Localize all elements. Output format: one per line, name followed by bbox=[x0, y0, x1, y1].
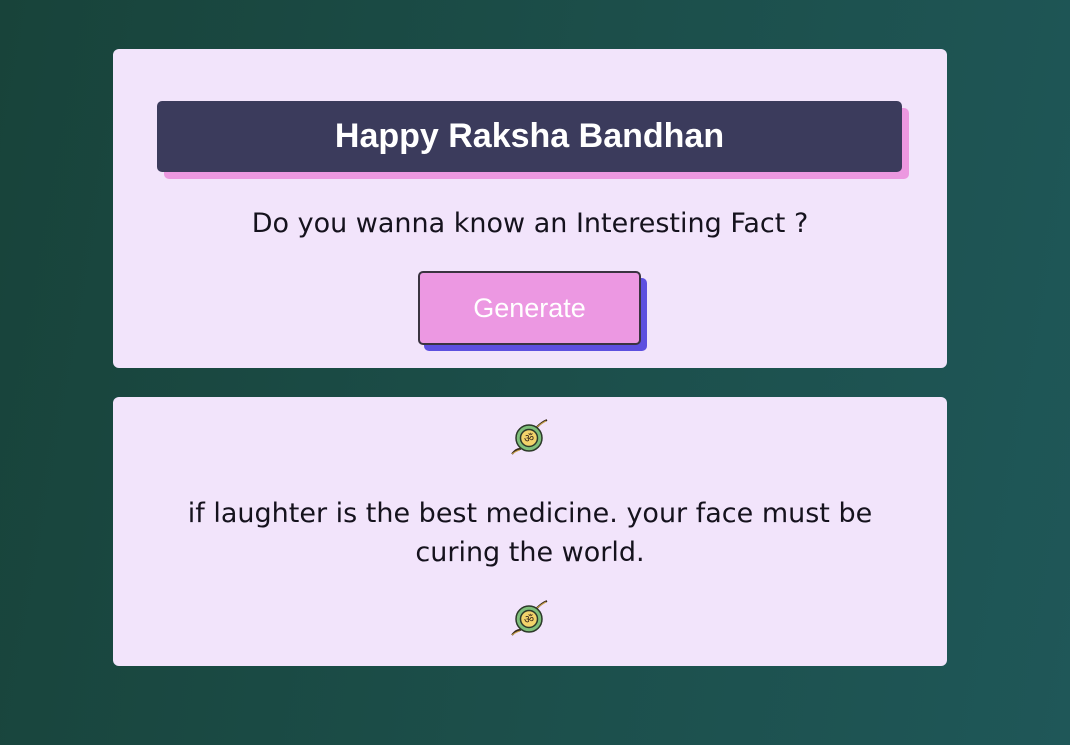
svg-text:ॐ: ॐ bbox=[524, 432, 534, 445]
rakhi-icon: ॐ bbox=[511, 419, 548, 455]
intro-card: Happy Raksha Bandhan Do you wanna know a… bbox=[113, 49, 947, 368]
fact-card: ॐ if laughter is the best medicine. your… bbox=[113, 397, 947, 666]
page-title: Happy Raksha Bandhan bbox=[157, 101, 902, 172]
fact-text: if laughter is the best medicine. your f… bbox=[187, 498, 873, 568]
svg-text:ॐ: ॐ bbox=[524, 613, 534, 626]
rakhi-icon: ॐ bbox=[511, 600, 548, 636]
generate-button[interactable]: Generate bbox=[418, 271, 641, 345]
fact-question: Do you wanna know an Interesting Fact ? bbox=[251, 208, 809, 239]
